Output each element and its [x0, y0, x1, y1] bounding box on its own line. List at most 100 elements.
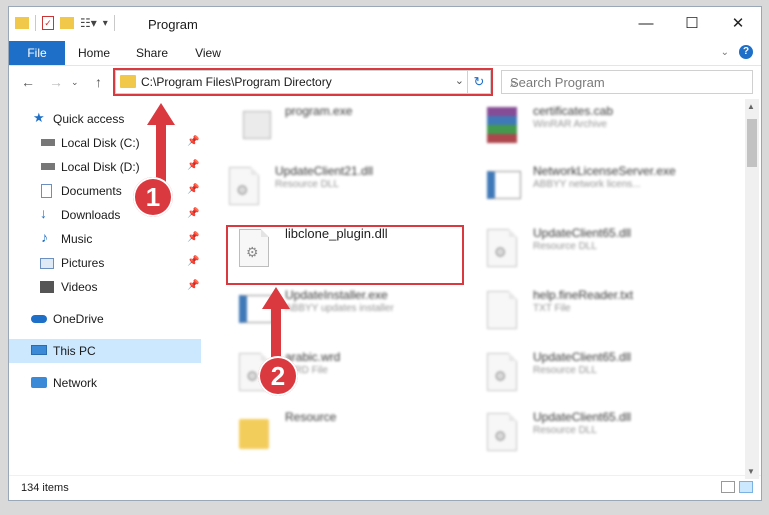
computer-icon — [31, 345, 47, 355]
details-view-icon[interactable] — [721, 481, 735, 493]
recent-locations-icon[interactable]: ⌄ — [71, 77, 79, 88]
back-arrow-icon[interactable]: ← — [21, 74, 35, 90]
sidebar-item-network[interactable]: Network — [9, 371, 201, 395]
file-name: arabic.wrd — [285, 350, 341, 364]
file-name: UpdateClient21.dll — [275, 164, 374, 178]
pin-icon[interactable]: 📌 — [187, 160, 199, 171]
file-name: UpdateClient65.dll — [533, 350, 632, 364]
drive-icon — [41, 139, 55, 146]
tab-home[interactable]: Home — [69, 41, 119, 65]
file-name: NetworkLicenseServer.exe — [533, 164, 676, 178]
sidebar-item-local-disk-c[interactable]: Local Disk (C:) 📌 — [9, 131, 201, 155]
tab-view[interactable]: View — [183, 41, 233, 65]
scroll-thumb[interactable] — [747, 119, 757, 167]
pin-icon[interactable]: 📌 — [187, 280, 199, 291]
drive-icon — [41, 163, 55, 170]
file-type: WinRAR Archive — [533, 119, 607, 130]
dll-file-icon: ⚙ — [487, 353, 521, 393]
help-icon[interactable]: ? — [739, 45, 753, 59]
list-item[interactable]: certificates.cab WinRAR Archive — [479, 99, 719, 151]
arrow-up-icon — [147, 103, 175, 125]
ribbon: File Home Share View ⌄ ? — [9, 41, 761, 66]
network-icon — [31, 377, 47, 388]
forward-arrow-icon[interactable]: → — [49, 74, 63, 90]
pin-icon[interactable]: 📌 — [187, 232, 199, 243]
documents-icon — [41, 184, 52, 198]
maximize-button[interactable]: ☐ — [669, 7, 715, 39]
sidebar-item-this-pc[interactable]: This PC — [9, 339, 201, 363]
file-type: ABBYY updates installer — [285, 303, 394, 314]
list-item[interactable]: program.exe — [231, 99, 471, 151]
file-name: help.fineReader.txt — [533, 288, 634, 302]
minimize-button[interactable]: — — [623, 7, 669, 39]
dll-file-icon: ⚙ — [487, 413, 521, 453]
properties-icon[interactable]: ✓ — [42, 16, 54, 30]
list-item[interactable]: ⚙ UpdateClient21.dll Resource DLL — [221, 159, 461, 211]
text-file-icon — [487, 291, 521, 331]
new-folder-icon[interactable] — [60, 17, 74, 29]
sidebar-item-label: Music — [61, 232, 93, 246]
step-badge-2: 2 — [258, 356, 298, 396]
file-type: Resource DLL — [533, 241, 597, 252]
sidebar-item-label: Quick access — [53, 112, 125, 126]
tab-file[interactable]: File — [9, 41, 65, 65]
close-button[interactable]: ✕ — [715, 7, 761, 39]
file-list: program.exe certificates.cab WinRAR Arch… — [221, 99, 739, 479]
large-icons-view-icon[interactable] — [739, 481, 753, 493]
tab-share[interactable]: Share — [127, 41, 177, 65]
view-toggle — [721, 481, 753, 493]
scroll-up-icon[interactable]: ▲ — [747, 102, 755, 111]
list-item[interactable]: ⚙ UpdateClient65.dll Resource DLL — [479, 221, 719, 273]
pin-icon[interactable]: 📌 — [187, 256, 199, 267]
sidebar-item-downloads[interactable]: ↓ Downloads 📌 — [9, 203, 201, 227]
file-name: Resource — [285, 410, 337, 424]
view-menu-icon[interactable]: ☷▾ — [80, 16, 97, 30]
sidebar-item-label: Pictures — [61, 256, 105, 270]
divider — [113, 15, 115, 31]
list-item[interactable]: NetworkLicenseServer.exe ABBYY network l… — [479, 159, 719, 211]
step-badge-1: 1 — [133, 177, 173, 217]
pictures-icon — [40, 258, 54, 269]
music-icon: ♪ — [41, 229, 48, 245]
search-input[interactable]: Search Program ⌕ — [501, 70, 753, 94]
status-bar: 134 items — [9, 475, 761, 500]
exe-icon — [487, 167, 521, 207]
sidebar-item-local-disk-d[interactable]: Local Disk (D:) 📌 — [9, 155, 201, 179]
file-type: Resource DLL — [275, 179, 339, 190]
sidebar-item-pictures[interactable]: Pictures 📌 — [9, 251, 201, 275]
dll-file-icon: ⚙ — [487, 229, 521, 269]
sidebar-item-label: Videos — [61, 280, 98, 294]
up-arrow-icon[interactable]: ↑ — [95, 74, 102, 90]
sidebar-item-videos[interactable]: Videos 📌 — [9, 275, 201, 299]
customize-toolbar-icon[interactable]: ▾ — [103, 18, 108, 29]
file-type: Resource DLL — [533, 425, 597, 436]
pin-icon[interactable]: 📌 — [187, 184, 199, 195]
list-item[interactable]: help.fineReader.txt TXT File — [479, 283, 719, 335]
pin-icon[interactable]: 📌 — [187, 208, 199, 219]
sidebar-item-label: Downloads — [61, 208, 121, 222]
expand-ribbon-icon[interactable]: ⌄ — [721, 47, 729, 58]
file-name: program.exe — [285, 104, 353, 118]
pin-icon[interactable]: 📌 — [187, 136, 199, 147]
dll-file-icon: ⚙ — [229, 167, 263, 207]
file-type: Resource DLL — [533, 365, 597, 376]
sidebar-item-label: Local Disk (C:) — [61, 136, 140, 150]
file-name: UpdateClient65.dll — [533, 226, 632, 240]
sidebar-item-music[interactable]: ♪ Music 📌 — [9, 227, 201, 251]
vertical-scrollbar[interactable]: ▲ ▼ — [745, 99, 759, 479]
folder-icon — [15, 17, 29, 29]
arrow-shaft — [156, 125, 166, 185]
sidebar-item-label: Local Disk (D:) — [61, 160, 140, 174]
search-icon: ⌕ — [510, 75, 518, 90]
sidebar-item-onedrive[interactable]: OneDrive — [9, 307, 201, 331]
file-name: certificates.cab — [533, 104, 614, 118]
file-highlight — [226, 225, 464, 285]
explorer-window: ✓ ☷▾ ▾ Program — ☐ ✕ File Home Share Vie… — [8, 6, 762, 501]
title-bar: ✓ ☷▾ ▾ Program — ☐ ✕ — [9, 7, 761, 41]
list-item[interactable]: Resource — [231, 405, 471, 457]
list-item[interactable]: ⚙ UpdateClient65.dll Resource DLL — [479, 345, 719, 397]
window-title: Program — [148, 17, 198, 32]
exe-icon — [239, 107, 273, 147]
videos-icon — [40, 281, 54, 293]
list-item[interactable]: ⚙ UpdateClient65.dll Resource DLL — [479, 405, 719, 457]
